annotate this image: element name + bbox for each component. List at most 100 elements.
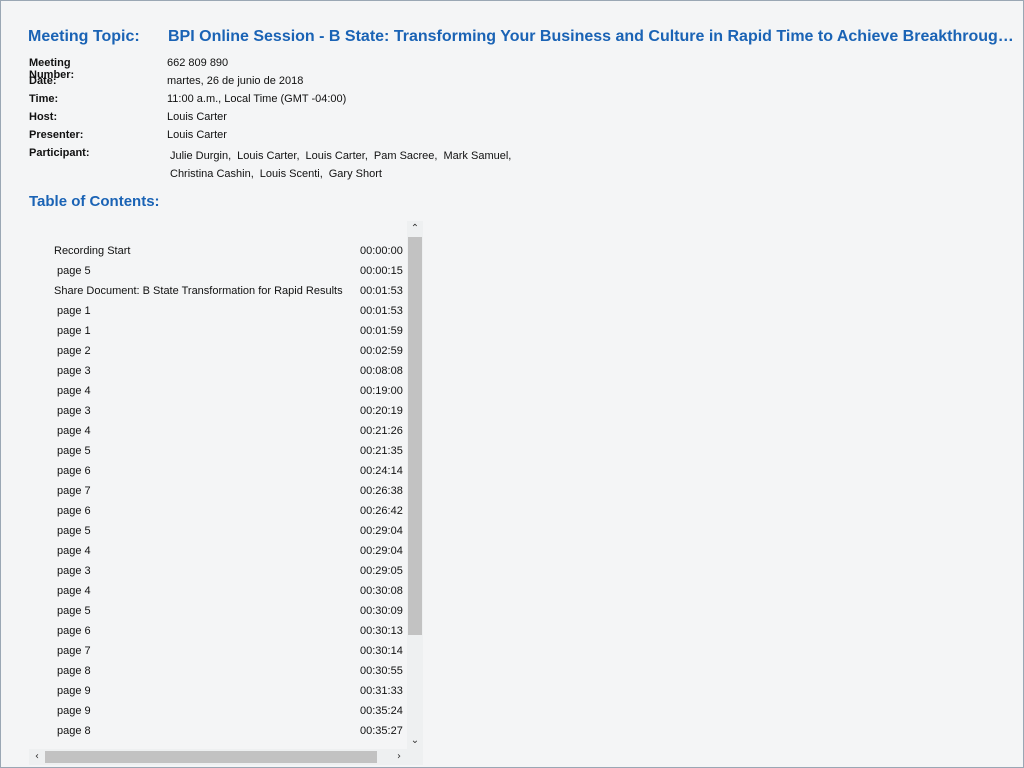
toc-item[interactable]: page 2 00:02:59 — [29, 341, 407, 361]
toc-item-time: 00:00:00 — [360, 245, 403, 257]
toc-item-name[interactable]: page 5 — [57, 525, 91, 537]
toc-item[interactable]: page 5 00:00:15 — [29, 261, 407, 281]
toc-item-time: 00:01:59 — [360, 325, 403, 337]
chevron-right-icon[interactable]: › — [391, 749, 407, 765]
toc-item-time: 00:30:09 — [360, 605, 403, 617]
toc-item[interactable]: Share Document: B State Transformation f… — [29, 281, 407, 301]
toc-item-name[interactable]: page 5 — [57, 605, 91, 617]
meeting-topic-value: BPI Online Session - B State: Transformi… — [168, 28, 1023, 45]
chevron-up-icon[interactable]: ⌃ — [407, 221, 423, 237]
toc-item-time: 00:30:08 — [360, 585, 403, 597]
toc-item-name[interactable]: page 5 — [57, 265, 91, 277]
horizontal-scrollbar[interactable]: ‹ › — [29, 749, 407, 765]
toc-item-time: 00:21:26 — [360, 425, 403, 437]
toc-list: Recording Start 00:00:00 page 5 00:00:15 Sha… — [29, 241, 407, 741]
time-label: Time: — [29, 93, 59, 105]
meeting-number-value: 662 809 890 — [167, 57, 229, 69]
toc-item-time: 00:30:13 — [360, 625, 403, 637]
toc-item-name[interactable]: page 2 — [57, 345, 91, 357]
toc-item-time: 00:31:33 — [360, 685, 403, 697]
toc-item[interactable]: page 4 00:21:26 — [29, 421, 407, 441]
toc-item[interactable]: page 7 00:30:14 — [29, 641, 407, 661]
toc-item-name[interactable]: page 6 — [57, 625, 91, 637]
participant-label: Participant: — [29, 147, 90, 159]
participant-name: Louis Carter, — [237, 150, 300, 162]
chevron-left-icon[interactable]: ‹ — [29, 749, 45, 765]
toc-item[interactable]: page 4 00:29:04 — [29, 541, 407, 561]
presenter-label: Presenter: — [29, 129, 84, 141]
toc-item-name[interactable]: page 4 — [57, 385, 91, 397]
toc-item[interactable]: page 7 00:26:38 — [29, 481, 407, 501]
toc-item-name[interactable]: page 4 — [57, 425, 91, 437]
toc-item[interactable]: page 6 00:30:13 — [29, 621, 407, 641]
toc-item-time: 00:01:53 — [360, 285, 403, 297]
toc-panel: Recording Start 00:00:00 page 5 00:00:15 Sha… — [29, 221, 423, 767]
toc-item-name[interactable]: page 9 — [57, 705, 91, 717]
toc-item-name[interactable]: page 8 — [57, 725, 91, 737]
horizontal-scroll-thumb[interactable] — [45, 751, 377, 763]
toc-item[interactable]: page 1 00:01:53 — [29, 301, 407, 321]
participant-name: Louis Carter, — [305, 150, 368, 162]
toc-item-time: 00:08:08 — [360, 365, 403, 377]
toc-item[interactable]: page 6 00:26:42 — [29, 501, 407, 521]
toc-title: Table of Contents: — [29, 193, 160, 210]
presenter-value: Louis Carter — [167, 129, 227, 141]
toc-item-name[interactable]: page 6 — [57, 465, 91, 477]
toc-item-name[interactable]: page 7 — [57, 485, 91, 497]
toc-item[interactable]: page 9 00:31:33 — [29, 681, 407, 701]
toc-item-time: 00:02:59 — [360, 345, 403, 357]
participant-name: Louis Scenti, — [259, 168, 323, 180]
toc-item[interactable]: page 8 00:30:55 — [29, 661, 407, 681]
toc-item-name[interactable]: page 9 — [57, 685, 91, 697]
toc-item[interactable]: page 5 00:30:09 — [29, 601, 407, 621]
toc-item-name[interactable]: page 3 — [57, 365, 91, 377]
host-value: Louis Carter — [167, 111, 227, 123]
toc-item-time: 00:29:04 — [360, 525, 403, 537]
date-label: Date: — [29, 75, 57, 87]
participant-list: Julie Durgin, Louis Carter, Louis Carter, P… — [170, 147, 530, 183]
toc-item-time: 00:30:14 — [360, 645, 403, 657]
toc-item-name[interactable]: page 4 — [57, 545, 91, 557]
toc-item-time: 00:35:24 — [360, 705, 403, 717]
toc-item-name[interactable]: Share Document: B State Transformation f… — [54, 285, 343, 297]
toc-item[interactable]: Recording Start 00:00:00 — [29, 241, 407, 261]
toc-item[interactable]: page 3 00:08:08 — [29, 361, 407, 381]
participant-name: Pam Sacree, — [373, 150, 438, 162]
toc-item-name[interactable]: page 6 — [57, 505, 91, 517]
toc-item-time: 00:29:05 — [360, 565, 403, 577]
vertical-scroll-thumb[interactable] — [408, 237, 422, 635]
vertical-scrollbar[interactable]: ⌃ ⌄ — [407, 221, 423, 749]
toc-item[interactable]: page 5 00:29:04 — [29, 521, 407, 541]
participant-name: Mark Samuel, — [443, 150, 512, 162]
toc-item-name[interactable]: page 7 — [57, 645, 91, 657]
toc-item[interactable]: page 8 00:35:27 — [29, 721, 407, 741]
toc-item-name[interactable]: page 3 — [57, 565, 91, 577]
toc-item-name[interactable]: page 3 — [57, 405, 91, 417]
recording-info-page: Meeting Topic: BPI Online Session - B St… — [0, 0, 1024, 768]
toc-item-name[interactable]: page 1 — [57, 305, 91, 317]
toc-item-name[interactable]: page 4 — [57, 585, 91, 597]
toc-item[interactable]: page 3 00:20:19 — [29, 401, 407, 421]
participant-name: Christina Cashin, — [170, 168, 254, 180]
toc-item-time: 00:35:27 — [360, 725, 403, 737]
toc-item-time: 00:20:19 — [360, 405, 403, 417]
toc-item-time: 00:01:53 — [360, 305, 403, 317]
toc-item[interactable]: page 6 00:24:14 — [29, 461, 407, 481]
toc-item[interactable]: page 9 00:35:24 — [29, 701, 407, 721]
toc-item-name[interactable]: page 5 — [57, 445, 91, 457]
toc-item-time: 00:00:15 — [360, 265, 403, 277]
toc-item[interactable]: page 3 00:29:05 — [29, 561, 407, 581]
toc-item-name[interactable]: page 8 — [57, 665, 91, 677]
toc-item-time: 00:24:14 — [360, 465, 403, 477]
scrollbar-corner — [407, 749, 423, 765]
host-label: Host: — [29, 111, 58, 123]
toc-item[interactable]: page 1 00:01:59 — [29, 321, 407, 341]
toc-item-name[interactable]: page 1 — [57, 325, 91, 337]
toc-item[interactable]: page 5 00:21:35 — [29, 441, 407, 461]
chevron-down-icon[interactable]: ⌄ — [407, 733, 423, 749]
meeting-topic-label: Meeting Topic: — [28, 28, 140, 45]
meeting-topic-row: Meeting Topic: BPI Online Session - B St… — [28, 28, 1023, 50]
toc-item[interactable]: page 4 00:30:08 — [29, 581, 407, 601]
toc-item-name[interactable]: Recording Start — [54, 245, 130, 257]
toc-item[interactable]: page 4 00:19:00 — [29, 381, 407, 401]
